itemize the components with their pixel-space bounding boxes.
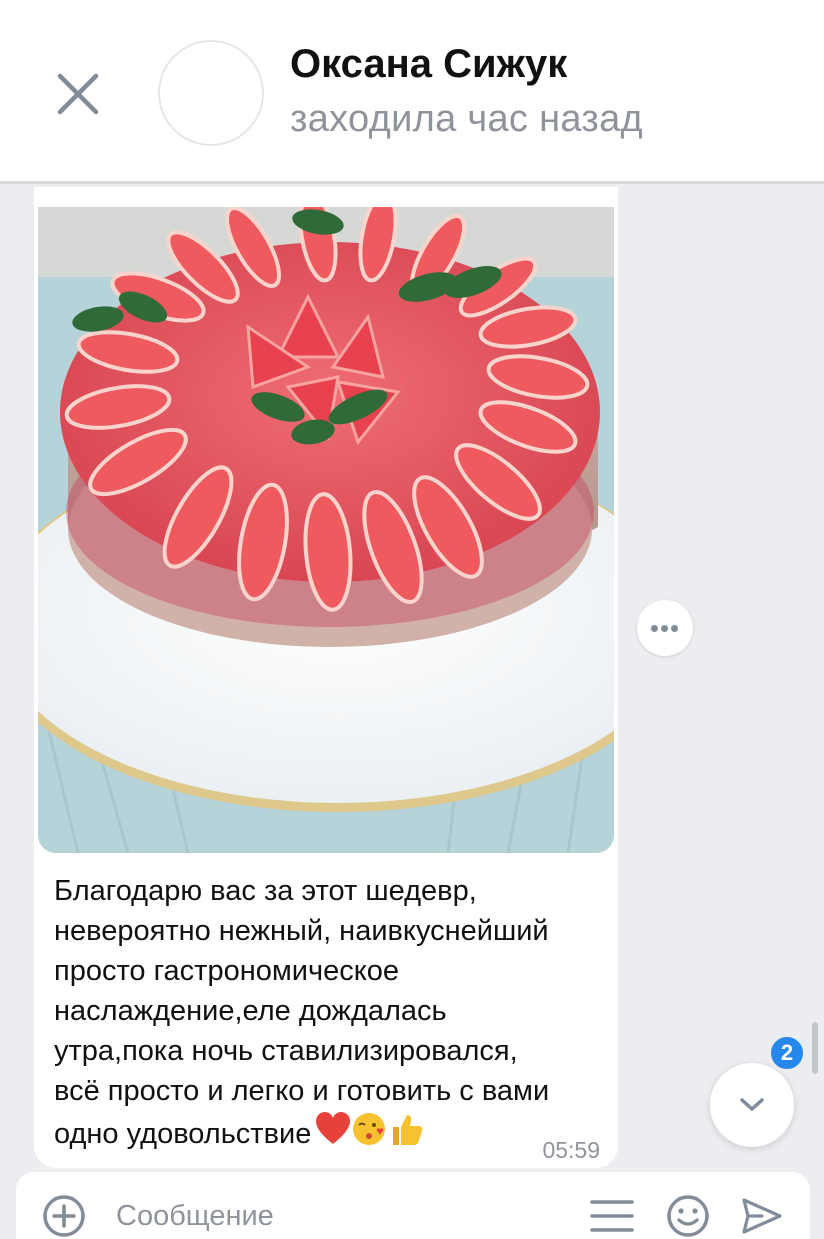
close-icon (57, 73, 99, 115)
message-more-button[interactable]: ••• (637, 600, 693, 656)
message-composer (16, 1172, 810, 1239)
chevron-down-icon (740, 1098, 764, 1111)
message-time: 05:59 (542, 1137, 600, 1163)
close-button[interactable] (50, 66, 106, 122)
strawberry-cake-photo (38, 207, 614, 853)
message-bubble[interactable]: Благодарю вас за этот шедевр, невероятно… (34, 187, 618, 1168)
chat-history[interactable]: Благодарю вас за этот шедевр, невероятно… (0, 187, 824, 1172)
send-button[interactable] (740, 1194, 784, 1238)
menu-lines-icon (590, 1200, 634, 1232)
unread-count-badge: 2 (768, 1034, 806, 1072)
kiss-face-icon (353, 1113, 386, 1145)
attach-button[interactable] (42, 1194, 86, 1238)
message-line: утра,пока ночь ставилизировался, (54, 1035, 518, 1067)
contact-status: заходила час назад (290, 98, 644, 140)
message-line: просто гастрономическое (54, 955, 399, 987)
scroll-down-button[interactable] (710, 1063, 794, 1147)
message-photo[interactable] (38, 207, 614, 853)
message-line: Благодарю вас за этот шедевр, (54, 875, 477, 907)
send-icon (742, 1198, 782, 1234)
message-line: невероятно нежный, наивкуснейший (54, 915, 549, 947)
avatar[interactable] (158, 40, 264, 146)
contact-name[interactable]: Оксана Сижук (290, 42, 567, 87)
message-input[interactable] (116, 1196, 556, 1236)
keyboard-menu-button[interactable] (590, 1196, 634, 1236)
message-line: всё просто и легко и готовить с вами (54, 1075, 550, 1107)
message-emojis (315, 1111, 425, 1158)
scrollbar[interactable] (812, 1022, 818, 1074)
heart-icon (316, 1112, 351, 1144)
emoji-button[interactable] (666, 1194, 710, 1238)
message-line: наслаждение,еле дождалась (54, 995, 447, 1027)
plus-circle-icon (43, 1195, 85, 1237)
message-text: Благодарю вас за этот шедевр, невероятно… (54, 871, 610, 1158)
smile-icon (667, 1195, 709, 1237)
thumbs-up-icon (393, 1115, 423, 1145)
message-line-last: одно удовольствие (54, 1111, 610, 1158)
chat-header: Оксана Сижук заходила час назад (0, 0, 824, 184)
